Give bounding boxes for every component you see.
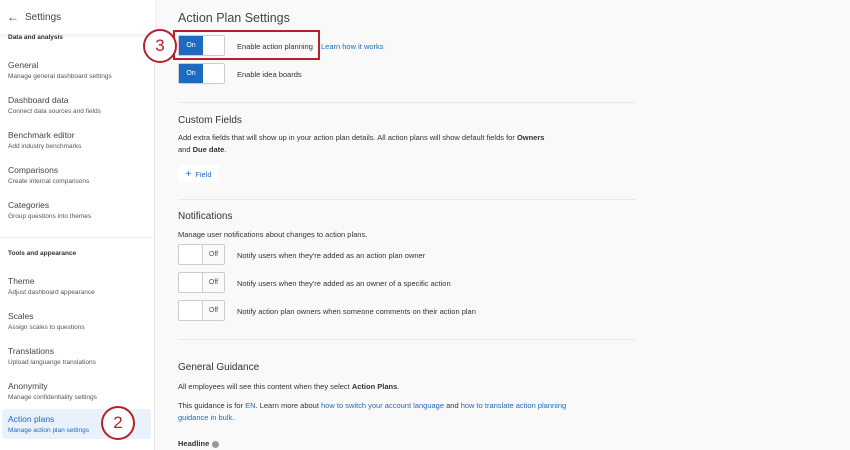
desc-text: This guidance is for bbox=[178, 401, 246, 410]
item-subtitle: Upload languange translations bbox=[8, 359, 96, 366]
headline-text: Headline bbox=[178, 439, 210, 448]
headline-label: Headline bbox=[178, 438, 558, 450]
learn-how-it-works-link[interactable]: Learn how it works bbox=[321, 42, 384, 51]
item-title: Theme bbox=[8, 276, 35, 286]
toggle-state: Off bbox=[202, 301, 224, 320]
item-subtitle: Create internal comparisons bbox=[8, 178, 90, 185]
notify-action-owner-toggle[interactable]: Off bbox=[178, 272, 225, 293]
desc-text: . bbox=[397, 382, 400, 391]
desc-text: . bbox=[224, 145, 227, 154]
item-title: Dashboard data bbox=[8, 95, 69, 105]
switch-language-link[interactable]: how to switch your account language bbox=[321, 401, 444, 410]
plus-icon: + bbox=[185, 168, 192, 180]
desc-text: All employees will see this content when… bbox=[178, 382, 352, 391]
section-tools-and-appearance: Tools and appearance bbox=[8, 250, 77, 257]
page-title: Action Plan Settings bbox=[178, 11, 290, 25]
item-subtitle: Manage confidentiality settings bbox=[8, 394, 97, 401]
sidebar-item-comparisons[interactable]: Comparisons Create internal comparisons bbox=[2, 160, 151, 192]
sidebar-header[interactable]: ← Settings bbox=[0, 0, 155, 34]
toggle-state: Off bbox=[202, 273, 224, 292]
custom-fields-title: Custom Fields bbox=[178, 115, 242, 126]
guidance-description: All employees will see this content when… bbox=[178, 381, 558, 393]
sidebar-divider bbox=[0, 237, 155, 238]
item-title: Comparisons bbox=[8, 165, 59, 175]
item-title: General bbox=[8, 60, 39, 70]
add-field-label: Field bbox=[195, 169, 212, 179]
sidebar-item-benchmark-editor[interactable]: Benchmark editor Add industry benchmarks bbox=[2, 125, 151, 157]
desc-text: . Learn more about bbox=[255, 401, 322, 410]
action-plans-bold: Action Plans bbox=[351, 382, 398, 391]
item-subtitle: Manage general dashboard settings bbox=[8, 73, 112, 80]
desc-text: . bbox=[232, 413, 235, 422]
sidebar-item-scales[interactable]: Scales Assign scales to questions bbox=[2, 306, 151, 338]
item-title: Anonymity bbox=[8, 381, 48, 391]
back-arrow-icon[interactable]: ← bbox=[7, 10, 19, 24]
notify-comments-toggle[interactable]: Off bbox=[178, 300, 225, 321]
item-subtitle: Add industry benchmarks bbox=[8, 143, 82, 150]
notify-comments-label: Notify action plan owners when someone c… bbox=[237, 307, 476, 316]
custom-fields-description: Add extra fields that will show up in yo… bbox=[178, 132, 558, 156]
step-callout-3: 3 bbox=[143, 29, 177, 63]
notify-action-owner-label: Notify users when they're added as an ow… bbox=[237, 279, 451, 288]
toggle-state: On bbox=[179, 64, 203, 83]
step-callout-2: 2 bbox=[101, 406, 135, 440]
item-title: Benchmark editor bbox=[8, 130, 75, 140]
notify-plan-owner-label: Notify users when they're added as an ac… bbox=[237, 251, 426, 260]
add-field-button[interactable]: + Field bbox=[178, 165, 219, 183]
section-data-and-analysis: Data and analysis bbox=[8, 34, 63, 41]
notifications-description: Manage user notifications about changes … bbox=[178, 230, 368, 239]
toggle-state: Off bbox=[202, 245, 224, 264]
desc-text: and bbox=[178, 145, 193, 154]
item-subtitle: Connect data sources and fields bbox=[8, 108, 101, 115]
sidebar-title: Settings bbox=[25, 11, 62, 23]
enable-idea-boards-label: Enable idea boards bbox=[237, 70, 302, 79]
sidebar-item-translations[interactable]: Translations Upload languange translation… bbox=[2, 341, 151, 373]
sidebar-item-general[interactable]: General Manage general dashboard settings bbox=[2, 55, 151, 87]
item-subtitle: Adjust dashboard appearance bbox=[8, 289, 95, 296]
sidebar-item-theme[interactable]: Theme Adjust dashboard appearance bbox=[2, 271, 151, 303]
sidebar-item-dashboard-data[interactable]: Dashboard data Connect data sources and f… bbox=[2, 90, 151, 122]
desc-text: and bbox=[444, 401, 461, 410]
guidance-language-info: This guidance is for EN. Learn more abou… bbox=[178, 400, 578, 424]
language-link[interactable]: EN bbox=[245, 401, 255, 410]
info-icon[interactable] bbox=[212, 440, 220, 448]
owners-bold: Owners bbox=[516, 133, 545, 142]
item-subtitle: Assign scales to questions bbox=[8, 324, 85, 331]
item-subtitle: Group questions into themes bbox=[8, 213, 92, 220]
general-guidance-title: General Guidance bbox=[178, 362, 260, 373]
due-date-bold: Due date bbox=[192, 145, 225, 154]
settings-sidebar: ← Settings Data and analysis General Manag… bbox=[0, 0, 155, 450]
item-title: Categories bbox=[8, 200, 50, 210]
item-title: Scales bbox=[8, 311, 34, 321]
section-divider bbox=[178, 199, 636, 200]
item-title: Translations bbox=[8, 346, 54, 356]
highlight-box bbox=[173, 30, 320, 60]
notifications-title: Notifications bbox=[178, 211, 233, 222]
sidebar-item-anonymity[interactable]: Anonymity Manage confidentiality settings bbox=[2, 376, 151, 408]
enable-idea-boards-toggle[interactable]: On bbox=[178, 63, 225, 84]
desc-text: Add extra fields that will show up in yo… bbox=[178, 133, 517, 142]
sidebar-item-categories[interactable]: Categories Group questions into themes bbox=[2, 195, 151, 227]
section-divider bbox=[178, 102, 636, 103]
section-divider bbox=[178, 339, 636, 340]
notify-plan-owner-toggle[interactable]: Off bbox=[178, 244, 225, 265]
